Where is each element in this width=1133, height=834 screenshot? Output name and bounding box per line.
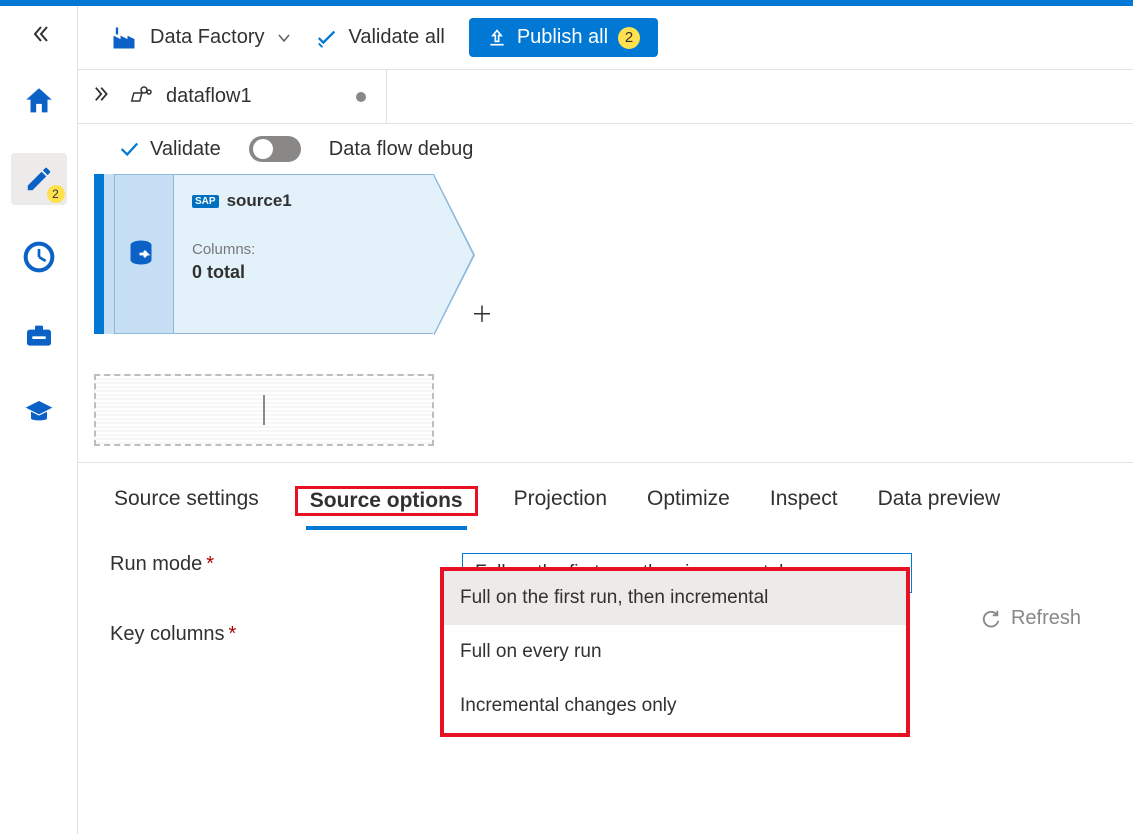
tab-inspect[interactable]: Inspect (766, 477, 842, 525)
dataflow-toolbar: Validate Data flow debug (78, 124, 1133, 174)
upload-icon (487, 28, 507, 48)
highlighted-tab-box: Source options (295, 486, 478, 516)
add-transformation-button[interactable]: ＋ (471, 297, 493, 329)
sidebar-item-monitor[interactable] (11, 231, 67, 283)
columns-total: 0 total (192, 262, 415, 283)
settings-panel: Source settings Source options Projectio… (78, 462, 1133, 676)
key-columns-label: Key columns* (110, 623, 440, 646)
chevron-down-icon (276, 30, 292, 46)
tab-source-options[interactable]: Source options (306, 479, 467, 530)
cursor-caret-icon (263, 395, 265, 425)
panel-tabs: Source settings Source options Projectio… (110, 477, 1101, 525)
dataflow-canvas[interactable]: SAP source1 Columns: 0 total ＋ (78, 174, 1133, 462)
validate-button[interactable]: Validate (118, 138, 221, 161)
dataflow-icon (130, 85, 154, 109)
collapse-sidebar-icon[interactable] (29, 24, 49, 49)
source-options-form: Run mode* Full on the first run, then in… (110, 525, 1101, 646)
sap-icon: SAP (192, 195, 219, 208)
tab-projection[interactable]: Projection (510, 477, 611, 525)
check-all-icon (316, 27, 338, 49)
source-node[interactable]: SAP source1 Columns: 0 total ＋ (94, 174, 434, 334)
factory-label: Data Factory (150, 26, 264, 49)
columns-label: Columns: (192, 241, 415, 258)
tab-data-preview[interactable]: Data preview (874, 477, 1005, 525)
drop-zone[interactable] (94, 374, 434, 446)
option-full-every-run[interactable]: Full on every run (444, 625, 906, 679)
author-badge: 2 (47, 185, 65, 203)
header-bar: Data Factory Validate all Publish all 2 (78, 6, 1133, 70)
tabs-expand-icon[interactable] (94, 85, 112, 108)
refresh-button[interactable]: Refresh (979, 607, 1081, 630)
source-body: SAP source1 Columns: 0 total ＋ (174, 174, 434, 334)
validate-all-label: Validate all (348, 26, 444, 49)
unsaved-indicator-icon (356, 92, 366, 102)
publish-label: Publish all (517, 26, 608, 49)
editor-tab-row: dataflow1 (78, 70, 1133, 124)
sidebar-item-learn[interactable] (11, 387, 67, 439)
tab-dataflow1[interactable]: dataflow1 (126, 70, 387, 123)
option-full-first-incremental[interactable]: Full on the first run, then incremental (444, 571, 906, 625)
publish-count-badge: 2 (618, 27, 640, 49)
sidebar-item-author[interactable]: 2 (11, 153, 67, 205)
tab-title: dataflow1 (166, 85, 252, 108)
sidebar-item-home[interactable] (11, 75, 67, 127)
debug-label: Data flow debug (329, 138, 474, 161)
factory-dropdown[interactable]: Data Factory (110, 24, 292, 52)
tab-optimize[interactable]: Optimize (643, 477, 734, 525)
factory-icon (110, 24, 138, 52)
check-icon (118, 138, 140, 160)
refresh-label: Refresh (1011, 607, 1081, 630)
sidebar-item-manage[interactable] (11, 309, 67, 361)
debug-toggle[interactable] (249, 136, 301, 162)
run-mode-dropdown: Full on the first run, then incremental … (440, 567, 910, 737)
tab-source-settings[interactable]: Source settings (110, 477, 263, 525)
validate-label: Validate (150, 138, 221, 161)
validate-all-button[interactable]: Validate all (316, 26, 444, 49)
run-mode-label: Run mode* (110, 553, 440, 576)
left-sidebar: 2 (0, 6, 78, 834)
source-icon-column (114, 174, 174, 334)
node-drag-handle[interactable] (94, 174, 104, 334)
publish-all-button[interactable]: Publish all 2 (469, 18, 658, 57)
option-incremental-only[interactable]: Incremental changes only (444, 679, 906, 733)
refresh-icon (979, 608, 1001, 630)
source-name: source1 (227, 191, 292, 211)
database-arrow-icon (126, 236, 162, 272)
